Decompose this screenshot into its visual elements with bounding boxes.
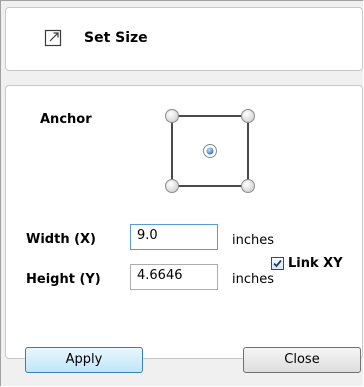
resize-icon — [44, 29, 62, 47]
height-label: Height (Y) — [26, 272, 101, 287]
anchor-top-left[interactable] — [165, 109, 179, 123]
apply-button[interactable]: Apply — [25, 347, 143, 373]
width-unit: inches — [232, 233, 275, 248]
close-button[interactable]: Close — [243, 347, 361, 373]
anchor-center[interactable] — [203, 144, 217, 158]
link-xy-checkbox[interactable]: Link XY — [271, 256, 343, 271]
size-panel: Anchor Width (X) 9.0 inches Link XY Heig… — [5, 85, 363, 359]
link-xy-label: Link XY — [288, 256, 343, 271]
width-label: Width (X) — [26, 232, 97, 247]
set-size-dialog: Set Size Anchor Width (X) 9.0 inches Lin… — [0, 0, 363, 386]
anchor-label: Anchor — [40, 112, 92, 127]
anchor-bottom-right[interactable] — [241, 179, 255, 193]
checkmark-icon — [273, 259, 282, 268]
anchor-bottom-left[interactable] — [165, 179, 179, 193]
anchor-selector — [165, 109, 255, 193]
dialog-header: Set Size — [5, 7, 363, 71]
width-input[interactable]: 9.0 — [130, 224, 218, 250]
dialog-title: Set Size — [84, 30, 148, 46]
checkbox-box[interactable] — [271, 257, 284, 270]
height-unit: inches — [232, 272, 275, 287]
anchor-top-right[interactable] — [241, 109, 255, 123]
height-input[interactable]: 4.6646 — [130, 264, 218, 290]
